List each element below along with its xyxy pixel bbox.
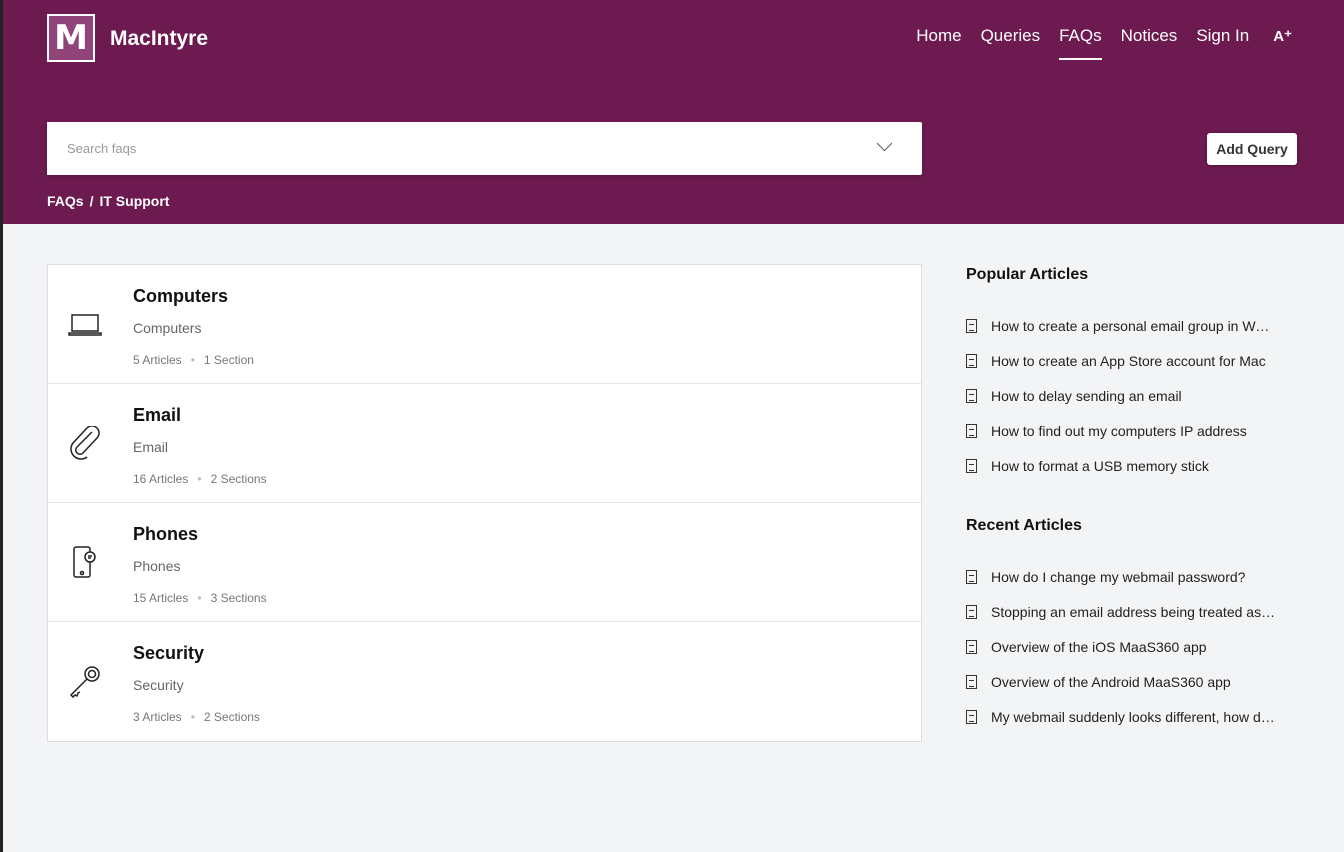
article-title[interactable]: How to create an App Store account for M… — [991, 353, 1276, 369]
article-title[interactable]: Overview of the Android MaaS360 app — [991, 674, 1276, 690]
category-meta: 16 Articles • 2 Sections — [133, 472, 267, 486]
section-count: 1 Section — [203, 353, 254, 367]
article-link[interactable]: How to create an App Store account for M… — [966, 343, 1286, 378]
recent-articles-title: Recent Articles — [966, 517, 1082, 534]
article-link[interactable]: Overview of the Android MaaS360 app — [966, 664, 1286, 699]
nav-faqs[interactable]: FAQs — [1059, 26, 1102, 60]
article-title[interactable]: Stopping an email address being treated … — [991, 604, 1276, 620]
category-title[interactable]: Security — [133, 643, 204, 664]
document-icon — [966, 569, 977, 584]
key-icon — [69, 666, 100, 698]
logo-letter: M — [49, 16, 93, 60]
laptop-icon — [68, 314, 102, 336]
category-meta: 3 Articles • 2 Sections — [133, 710, 260, 724]
article-link[interactable]: How to create a personal email group in … — [966, 308, 1286, 343]
recent-articles-list: How do I change my webmail password? Sto… — [966, 559, 1286, 734]
category-description: Computers — [133, 320, 202, 336]
article-title[interactable]: How do I change my webmail password? — [991, 569, 1276, 585]
document-icon — [966, 353, 977, 368]
brand-name[interactable]: MacIntyre — [110, 27, 208, 51]
category-email[interactable]: Email Email 16 Articles • 2 Sections — [48, 384, 921, 503]
article-link[interactable]: How to format a USB memory stick — [966, 448, 1286, 483]
article-title[interactable]: How to create a personal email group in … — [991, 318, 1276, 334]
document-icon — [966, 423, 977, 438]
category-meta: 5 Articles • 1 Section — [133, 353, 254, 367]
category-description: Email — [133, 439, 169, 455]
breadcrumb-current: IT Support — [99, 193, 170, 209]
article-title[interactable]: How to format a USB memory stick — [991, 458, 1276, 474]
nav-queries[interactable]: Queries — [981, 26, 1041, 60]
breadcrumb-faqs[interactable]: FAQs — [47, 193, 84, 209]
document-icon — [966, 318, 977, 333]
nav-home[interactable]: Home — [916, 26, 961, 60]
logo[interactable]: M — [47, 14, 95, 62]
article-title[interactable]: Overview of the iOS MaaS360 app — [991, 639, 1276, 655]
search-input[interactable] — [47, 122, 827, 175]
document-icon — [966, 458, 977, 473]
main-nav: Home Queries FAQs Notices Sign In A⁺ — [916, 26, 1292, 60]
article-link[interactable]: My webmail suddenly looks different, how… — [966, 699, 1286, 734]
article-title[interactable]: How to find out my computers IP address — [991, 423, 1276, 439]
category-security[interactable]: Security Security 3 Articles • 2 Sections — [48, 622, 921, 741]
section-count: 2 Sections — [210, 472, 267, 486]
category-phones[interactable]: Phones Phones 15 Articles • 3 Sections — [48, 503, 921, 622]
category-title[interactable]: Email — [133, 405, 181, 426]
paperclip-icon — [70, 426, 100, 460]
article-title[interactable]: My webmail suddenly looks different, how… — [991, 709, 1276, 725]
article-count: 5 Articles — [133, 353, 182, 367]
article-count: 3 Articles — [133, 710, 182, 724]
add-query-button[interactable]: Add Query — [1207, 133, 1297, 165]
chevron-down-icon[interactable] — [876, 135, 893, 152]
article-count: 15 Articles — [133, 591, 189, 605]
document-icon — [966, 709, 977, 724]
section-count: 2 Sections — [203, 710, 260, 724]
document-icon — [966, 674, 977, 689]
category-meta: 15 Articles • 3 Sections — [133, 591, 267, 605]
nav-notices[interactable]: Notices — [1121, 26, 1178, 60]
category-list: Computers Computers 5 Articles • 1 Section… — [47, 264, 922, 742]
popular-articles-list: How to create a personal email group in … — [966, 308, 1286, 483]
sidebar: Popular Articles How to create a persona… — [966, 266, 1286, 768]
article-count: 16 Articles — [133, 472, 189, 486]
article-link[interactable]: Overview of the iOS MaaS360 app — [966, 629, 1286, 664]
document-icon — [966, 388, 977, 403]
article-link[interactable]: Stopping an email address being treated … — [966, 594, 1286, 629]
nav-sign-in[interactable]: Sign In — [1196, 26, 1249, 60]
document-icon — [966, 604, 977, 619]
search-box — [47, 122, 922, 175]
article-link[interactable]: How to find out my computers IP address — [966, 413, 1286, 448]
category-title[interactable]: Phones — [133, 524, 198, 545]
category-description: Security — [133, 677, 184, 693]
breadcrumb-separator: / — [89, 193, 94, 209]
category-description: Phones — [133, 558, 181, 574]
breadcrumb: FAQs / IT Support — [47, 193, 175, 209]
font-size-button[interactable]: A⁺ — [1273, 27, 1292, 59]
header: M MacIntyre Home Queries FAQs Notices Si… — [3, 0, 1344, 224]
document-icon — [966, 639, 977, 654]
phone-icon — [73, 546, 96, 578]
category-title[interactable]: Computers — [133, 286, 228, 307]
section-count: 3 Sections — [210, 591, 267, 605]
category-computers[interactable]: Computers Computers 5 Articles • 1 Section — [48, 265, 921, 384]
popular-articles-title: Popular Articles — [966, 266, 1089, 283]
article-title[interactable]: How to delay sending an email — [991, 388, 1276, 404]
article-link[interactable]: How do I change my webmail password? — [966, 559, 1286, 594]
article-link[interactable]: How to delay sending an email — [966, 378, 1286, 413]
